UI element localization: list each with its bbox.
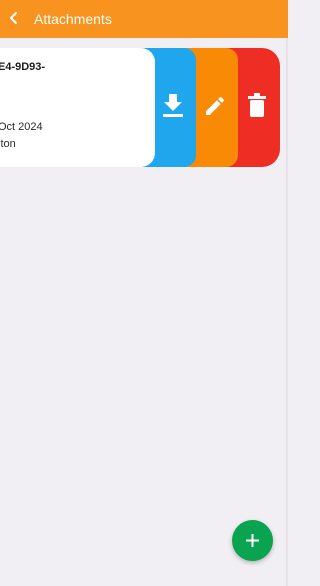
app-bar: Attachments: [0, 0, 288, 38]
page-title: Attachments: [34, 11, 112, 27]
attachment-list-item: E4-9D93- Oct 2024 lton: [0, 48, 280, 167]
add-attachment-button[interactable]: [232, 520, 273, 561]
plus-icon: [246, 534, 259, 547]
edge-divider: [286, 38, 288, 586]
back-arrow-icon: [10, 12, 17, 24]
delete-icon: [248, 93, 266, 117]
attachment-id: E4-9D93-: [0, 61, 46, 73]
download-icon: [163, 94, 183, 117]
back-button[interactable]: [2, 4, 28, 32]
attachment-date: Oct 2024: [0, 121, 43, 133]
attachment-card[interactable]: E4-9D93- Oct 2024 lton: [0, 48, 155, 167]
attachment-user: lton: [0, 138, 16, 150]
edit-icon: [206, 96, 225, 115]
